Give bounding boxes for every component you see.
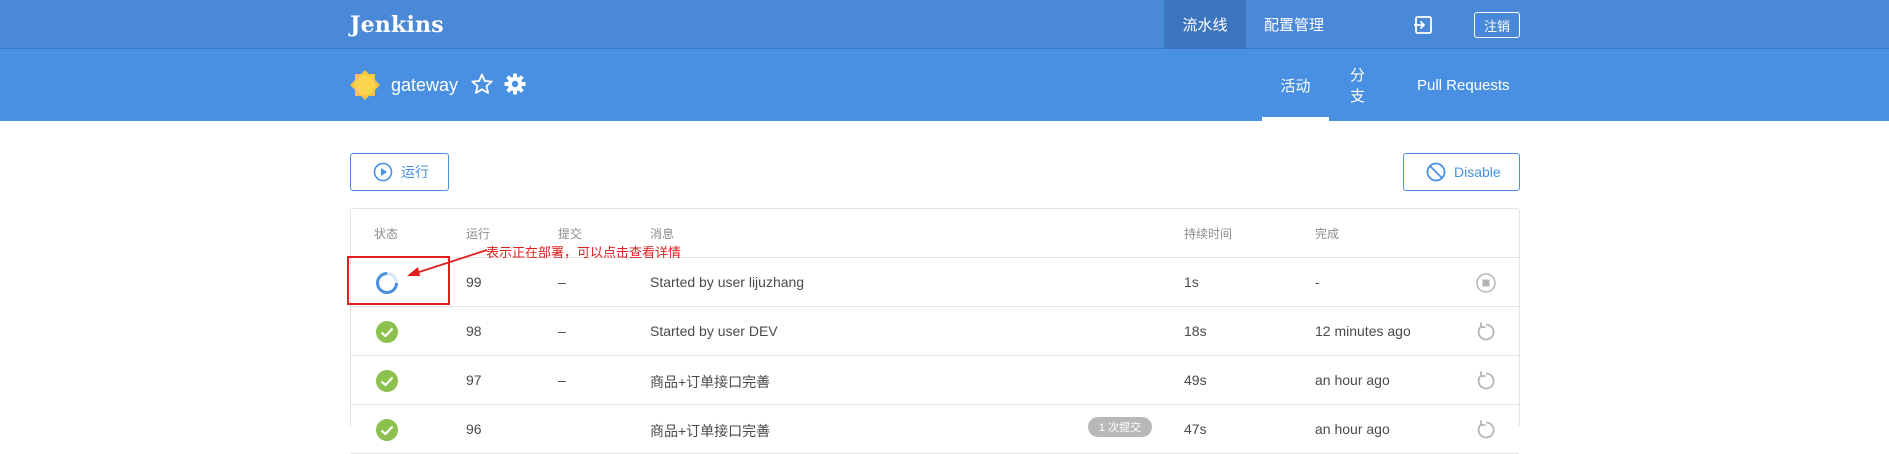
tab-branches[interactable]: 分支 [1350, 49, 1378, 121]
run-completed: 12 minutes ago [1315, 323, 1411, 339]
success-check-icon [376, 321, 398, 343]
top-nav-bar: Jenkins 流水线 配置管理 注销 [0, 0, 1889, 49]
run-number: 97 [466, 372, 482, 388]
stop-icon[interactable] [1475, 272, 1497, 294]
run-message: 商品+订单接口完善 [650, 374, 771, 390]
pipeline-name: gateway [391, 75, 459, 95]
rerun-icon[interactable] [1475, 419, 1497, 441]
table-row[interactable]: 96 商品+订单接口完善 1 次提交 47s an hour ago [351, 405, 1519, 454]
favorite-star-icon[interactable] [470, 72, 494, 96]
commit-id: – [558, 323, 566, 339]
commit-id: – [558, 372, 566, 388]
commit-id: – [558, 274, 566, 290]
col-message: 消息 [650, 227, 675, 241]
disable-button[interactable]: Disable [1403, 153, 1520, 191]
disable-button-label: Disable [1454, 164, 1501, 180]
commit-count-badge: 1 次提交 [1088, 417, 1152, 437]
annotation-note: 表示正在部署，可以点击查看详情 [486, 245, 682, 260]
table-row[interactable]: 99 – Started by user lijuzhang 1s - [351, 258, 1519, 307]
table-row[interactable]: 97 – 商品+订单接口完善 49s an hour ago [351, 356, 1519, 405]
run-duration: 1s [1184, 274, 1199, 290]
settings-gear-icon[interactable] [503, 72, 527, 96]
run-number: 96 [466, 421, 482, 437]
col-completed: 完成 [1315, 227, 1340, 241]
table-row[interactable]: 98 – Started by user DEV 18s 12 minutes … [351, 307, 1519, 356]
exit-icon[interactable] [1413, 15, 1433, 35]
run-completed: an hour ago [1315, 421, 1390, 437]
run-number: 98 [466, 323, 482, 339]
block-icon [1426, 162, 1446, 182]
run-button-label: 运行 [401, 164, 429, 180]
col-run: 运行 [466, 227, 491, 241]
pipeline-header [0, 49, 1889, 121]
col-commit: 提交 [558, 227, 583, 241]
annotation-arrow-icon [407, 249, 488, 276]
run-message: Started by user lijuzhang [650, 274, 805, 290]
success-check-icon [376, 419, 398, 441]
run-message: Started by user DEV [650, 323, 778, 339]
col-duration: 持续时间 [1184, 227, 1233, 241]
nav-admin[interactable]: 配置管理 [1264, 0, 1364, 49]
jenkins-logo[interactable]: Jenkins [350, 12, 444, 38]
run-button[interactable]: 运行 [350, 153, 449, 191]
rerun-icon[interactable] [1475, 370, 1497, 392]
runs-table: 状态 运行 提交 消息 持续时间 完成 99 – Started by user… [350, 208, 1520, 454]
logout-button[interactable]: 注销 [1474, 12, 1520, 38]
weather-sunny-icon [350, 70, 380, 100]
tab-activity[interactable]: 活动 [1262, 49, 1329, 121]
run-message: 商品+订单接口完善 [650, 423, 771, 439]
run-duration: 47s [1184, 421, 1207, 437]
run-duration: 18s [1184, 323, 1207, 339]
play-icon [373, 162, 393, 182]
nav-pipelines[interactable]: 流水线 [1164, 0, 1246, 49]
run-duration: 49s [1184, 372, 1207, 388]
success-check-icon [376, 370, 398, 392]
rerun-icon[interactable] [1475, 321, 1497, 343]
col-status: 状态 [374, 227, 399, 241]
run-completed: - [1315, 274, 1320, 290]
tab-pull-requests[interactable]: Pull Requests [1417, 49, 1510, 121]
run-completed: an hour ago [1315, 372, 1390, 388]
